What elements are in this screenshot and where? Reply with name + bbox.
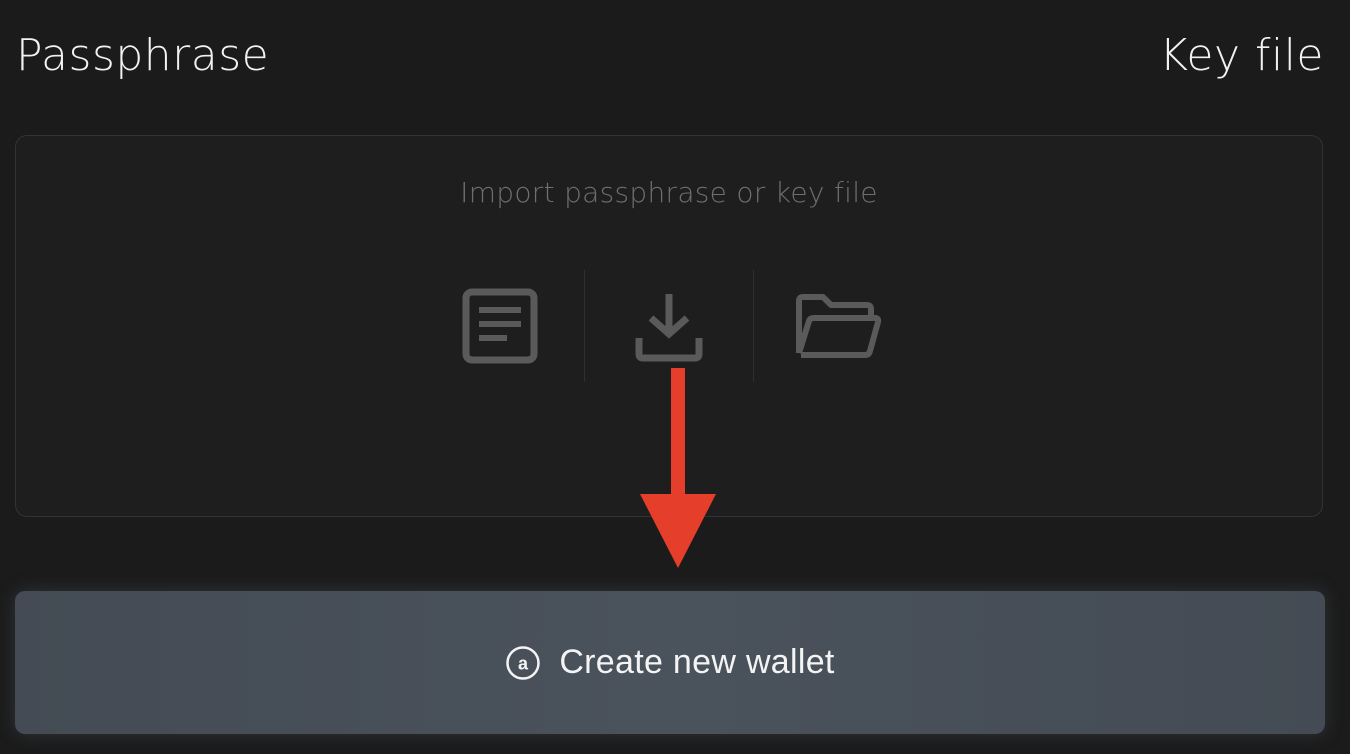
- arweave-logo-icon: a: [506, 645, 541, 680]
- create-new-wallet-label: Create new wallet: [559, 643, 835, 681]
- import-folder-button[interactable]: [754, 270, 922, 382]
- dropzone-title: Import passphrase or key file: [460, 176, 878, 209]
- tab-passphrase[interactable]: Passphrase: [16, 28, 269, 84]
- create-new-wallet-button[interactable]: a Create new wallet: [15, 591, 1325, 734]
- import-passphrase-button[interactable]: [416, 270, 584, 382]
- download-icon: [635, 294, 703, 362]
- tab-key-file[interactable]: Key file: [1159, 28, 1324, 84]
- import-download-button[interactable]: [585, 270, 753, 382]
- red-arrow-annotation: [640, 368, 716, 568]
- folder-icon: [796, 294, 882, 358]
- import-options: [16, 270, 1322, 382]
- document-icon: [462, 288, 538, 364]
- arweave-logo-letter: a: [518, 653, 529, 673]
